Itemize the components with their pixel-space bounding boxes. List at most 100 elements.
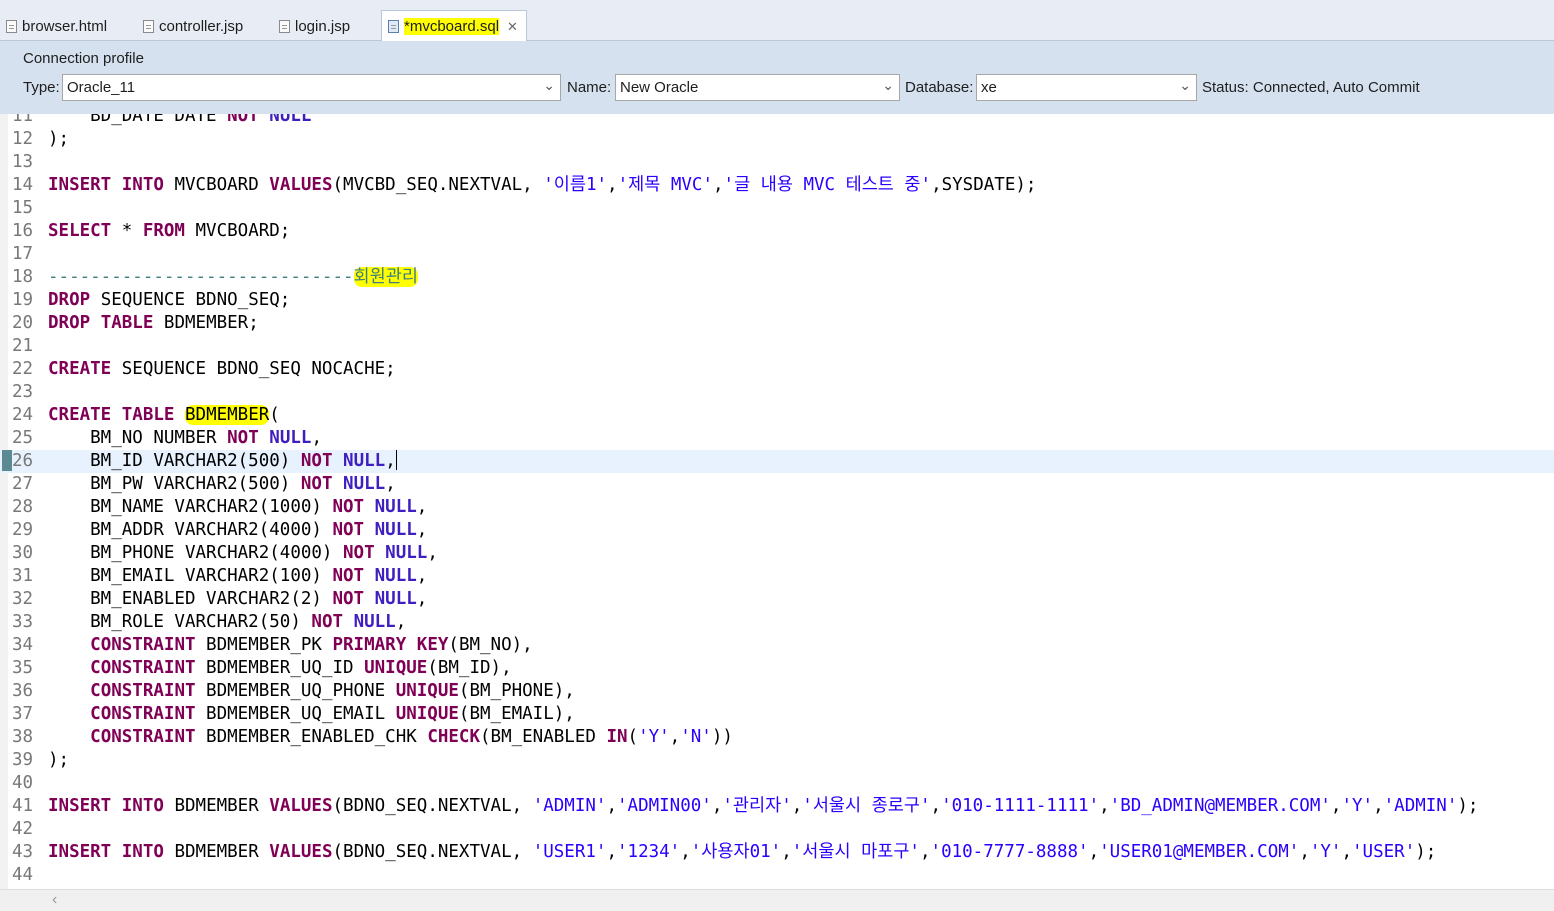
line-number: 22 [12, 359, 34, 379]
line-number: 19 [12, 290, 34, 310]
line-number: 24 [12, 405, 34, 425]
code-line[interactable]: 32 BM_ENABLED VARCHAR2(2) NOT NULL, [0, 588, 1554, 611]
type-select-value: Oracle_11 [67, 79, 136, 96]
code-line[interactable]: 41 INSERT INTO BDMEMBER VALUES(BDNO_SEQ.N… [0, 795, 1554, 818]
code-line[interactable]: 36 CONSTRAINT BDMEMBER_UQ_PHONE UNIQUE(B… [0, 680, 1554, 703]
code-line[interactable]: 35 CONSTRAINT BDMEMBER_UQ_ID UNIQUE(BM_I… [0, 657, 1554, 680]
line-number: 21 [12, 336, 34, 356]
tab-browser-html[interactable]: browser.html [0, 12, 107, 41]
line-number: 18 [12, 267, 34, 287]
line-number: 34 [12, 635, 34, 655]
line-number: 43 [12, 842, 34, 862]
code-line[interactable]: 34 CONSTRAINT BDMEMBER_PK PRIMARY KEY(BM… [0, 634, 1554, 657]
chevron-down-icon: ⌄ [1179, 77, 1191, 93]
chevron-down-icon: ⌄ [882, 77, 894, 93]
code-text: ); [48, 129, 70, 149]
line-number: 12 [12, 129, 34, 149]
code-line[interactable]: 20 DROP TABLE BDMEMBER; [0, 312, 1554, 335]
sql-editor[interactable]: 11 BD_DATE DATE NOT NULL 12); 13 14 INSERT I… [0, 114, 1554, 889]
tab-label: browser.html [22, 18, 108, 35]
editor-tab-bar: browser.html controller.jsp login.jsp *m… [0, 0, 1554, 42]
code-line[interactable]: 22 CREATE SEQUENCE BDNO_SEQ NOCACHE; [0, 358, 1554, 381]
code-line[interactable]: 43 INSERT INTO BDMEMBER VALUES(BDNO_SEQ.N… [0, 841, 1554, 864]
code-line[interactable]: 24 CREATE TABLE BDMEMBER( [0, 404, 1554, 427]
tab-login-jsp[interactable]: login.jsp [273, 12, 350, 41]
tab-controller-jsp[interactable]: controller.jsp [137, 12, 243, 41]
chevron-down-icon: ⌄ [543, 77, 555, 93]
code-text: ); [48, 750, 70, 770]
code-line[interactable]: 15 [0, 197, 1554, 220]
tab-label: login.jsp [295, 18, 351, 35]
code-line[interactable]: 38 CONSTRAINT BDMEMBER_ENABLED_CHK CHECK… [0, 726, 1554, 749]
code-text: CONSTRAINT BDMEMBER_UQ_PHONE UNIQUE(BM_P… [90, 681, 575, 701]
code-line[interactable]: 28 BM_NAME VARCHAR2(1000) NOT NULL, [0, 496, 1554, 519]
line-number: 30 [12, 543, 34, 563]
code-text: CREATE TABLE BDMEMBER( [48, 405, 280, 425]
line-number: 37 [12, 704, 34, 724]
code-line[interactable]: 39); [0, 749, 1554, 772]
code-line[interactable]: 30 BM_PHONE VARCHAR2(4000) NOT NULL, [0, 542, 1554, 565]
code-text: BM_PHONE VARCHAR2(4000) NOT NULL, [48, 543, 438, 563]
code-text: BM_NAME VARCHAR2(1000) NOT NULL, [48, 497, 428, 517]
line-number: 28 [12, 497, 34, 517]
code-text: BM_ROLE VARCHAR2(50) NOT NULL, [48, 612, 407, 632]
code-line[interactable]: 17 [0, 243, 1554, 266]
type-select[interactable]: Oracle_11 ⌄ [62, 74, 561, 101]
tab-mvcboard-sql[interactable]: *mvcboard.sql ✕ [381, 10, 527, 42]
code-line[interactable]: 37 CONSTRAINT BDMEMBER_UQ_EMAIL UNIQUE(B… [0, 703, 1554, 726]
code-text: CONSTRAINT BDMEMBER_ENABLED_CHK CHECK(BM… [90, 727, 733, 747]
line-number: 31 [12, 566, 34, 586]
code-line[interactable]: 29 BM_ADDR VARCHAR2(4000) NOT NULL, [0, 519, 1554, 542]
line-number: 23 [12, 382, 34, 402]
connection-status: Status: Connected, Auto Commit [1202, 79, 1420, 96]
line-number: 15 [12, 198, 34, 218]
name-label: Name: [567, 79, 612, 96]
code-line[interactable]: 11 BD_DATE DATE NOT NULL [0, 114, 1554, 128]
line-number: 14 [12, 175, 34, 195]
code-text: INSERT INTO MVCBOARD VALUES(MVCBD_SEQ.NE… [48, 175, 1037, 195]
line-number: 32 [12, 589, 34, 609]
jsp-file-icon [143, 20, 154, 33]
code-line[interactable]: 27 BM_PW VARCHAR2(500) NOT NULL, [0, 473, 1554, 496]
code-line[interactable]: 18 -----------------------------회원관리 [0, 266, 1554, 289]
code-line[interactable]: 23 [0, 381, 1554, 404]
code-line[interactable]: 44 [0, 864, 1554, 887]
line-number: 20 [12, 313, 34, 333]
text-caret [395, 450, 397, 470]
code-text: CONSTRAINT BDMEMBER_UQ_ID UNIQUE(BM_ID), [90, 658, 512, 678]
code-text: BM_ENABLED VARCHAR2(2) NOT NULL, [48, 589, 428, 609]
change-marker [2, 450, 12, 471]
code-line[interactable]: 26 BM_ID VARCHAR2(500) NOT NULL, [0, 450, 1554, 473]
code-line[interactable]: 14 INSERT INTO MVCBOARD VALUES(MVCBD_SEQ.… [0, 174, 1554, 197]
line-number: 13 [12, 152, 34, 172]
line-number: 17 [12, 244, 34, 264]
code-line[interactable]: 21 [0, 335, 1554, 358]
line-number: 26 [12, 451, 34, 471]
name-select[interactable]: New Oracle ⌄ [615, 74, 900, 101]
code-line[interactable]: 40 [0, 772, 1554, 795]
code-text: BM_PW VARCHAR2(500) NOT NULL, [48, 474, 396, 494]
database-select[interactable]: xe ⌄ [976, 74, 1197, 101]
line-number: 36 [12, 681, 34, 701]
tab-label: *mvcboard.sql [404, 18, 500, 35]
line-number: 33 [12, 612, 34, 632]
code-line[interactable]: 19 DROP SEQUENCE BDNO_SEQ; [0, 289, 1554, 312]
close-icon[interactable]: ✕ [507, 19, 518, 35]
code-line[interactable]: 13 [0, 151, 1554, 174]
code-text: CONSTRAINT BDMEMBER_UQ_EMAIL UNIQUE(BM_E… [90, 704, 575, 724]
code-line[interactable]: 16 SELECT * FROM MVCBOARD; [0, 220, 1554, 243]
name-select-value: New Oracle [620, 79, 699, 96]
line-number: 16 [12, 221, 34, 241]
code-text: CONSTRAINT BDMEMBER_PK PRIMARY KEY(BM_NO… [90, 635, 533, 655]
code-line[interactable]: 31 BM_EMAIL VARCHAR2(100) NOT NULL, [0, 565, 1554, 588]
code-line[interactable]: 25 BM_NO NUMBER NOT NULL, [0, 427, 1554, 450]
code-line[interactable]: 12); [0, 128, 1554, 151]
line-number: 40 [12, 773, 34, 793]
line-number: 44 [12, 865, 34, 885]
connection-profile-title: Connection profile [23, 50, 144, 67]
horizontal-scrollbar[interactable]: ‹ [0, 889, 1554, 911]
code-line[interactable]: 42 [0, 818, 1554, 841]
line-number: 29 [12, 520, 34, 540]
code-line[interactable]: 33 BM_ROLE VARCHAR2(50) NOT NULL, [0, 611, 1554, 634]
scroll-left-arrow-icon[interactable]: ‹ [52, 891, 57, 909]
